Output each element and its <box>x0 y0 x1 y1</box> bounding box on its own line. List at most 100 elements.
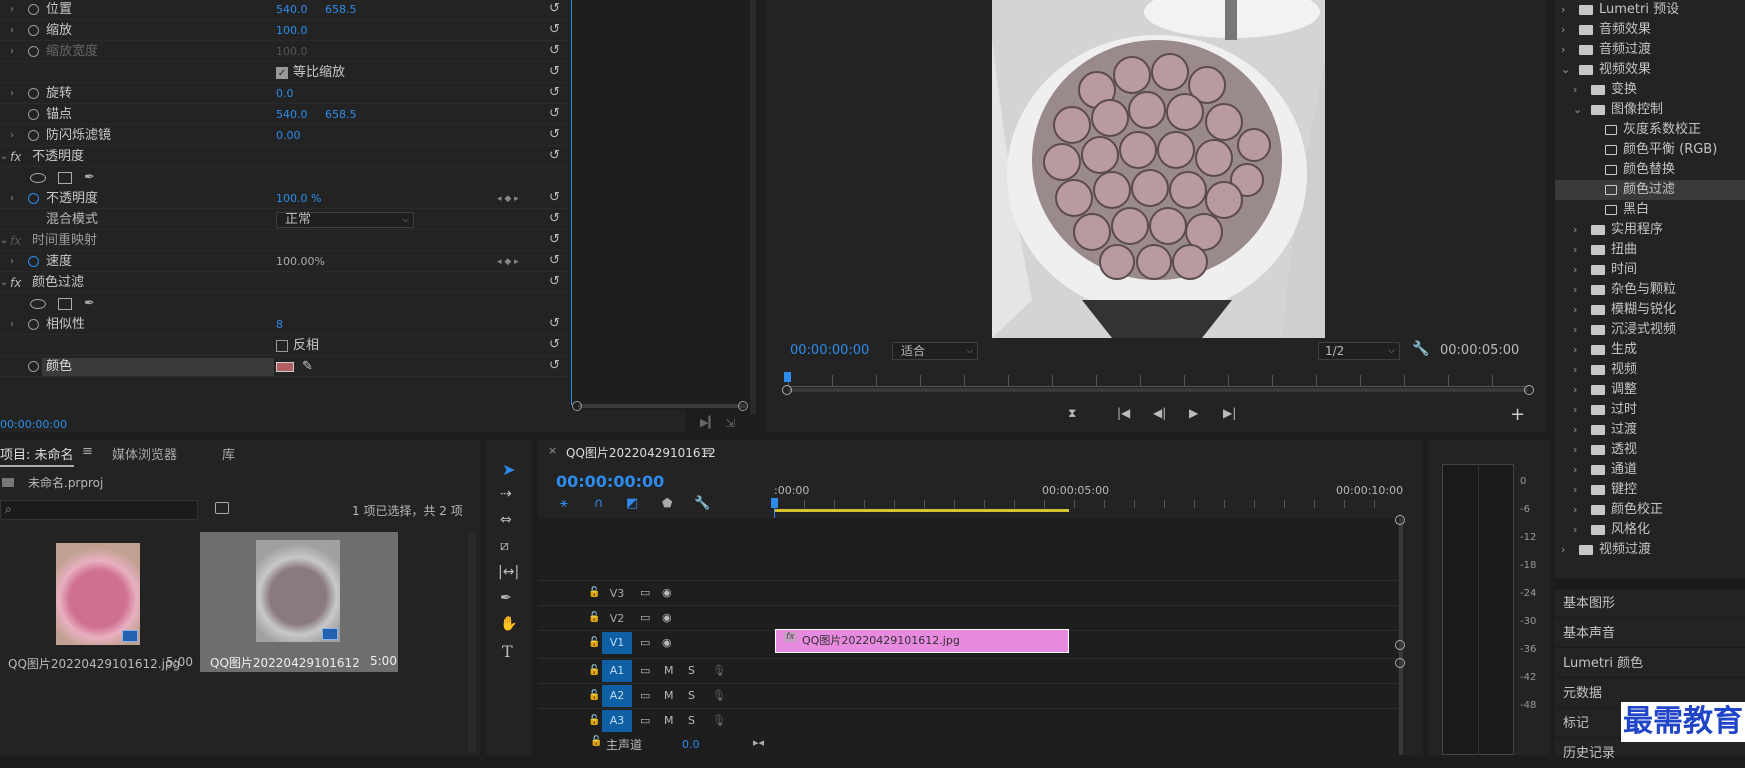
chevron-right-icon[interactable]: › <box>1561 0 1565 20</box>
effects-tree-item[interactable]: 灰度系数校正 <box>1555 120 1745 140</box>
effects-tree-item[interactable]: › 透视 <box>1555 440 1745 460</box>
reset-icon[interactable]: ↺ <box>549 338 563 352</box>
keyframe-nav-icon[interactable]: ◂ ◆ ▸ <box>497 252 519 272</box>
sync-lock-icon[interactable]: ▭ <box>640 606 650 630</box>
eye-icon[interactable]: ◉ <box>662 606 672 630</box>
chevron-right-icon[interactable]: › <box>1573 420 1577 440</box>
playhead-handle[interactable] <box>771 498 778 508</box>
timeline-menu-icon[interactable]: ≡ <box>702 444 713 459</box>
chevron-right-icon[interactable]: › <box>10 252 14 272</box>
effects-tree-item[interactable]: 黑白 <box>1555 200 1745 220</box>
stopwatch-icon[interactable] <box>28 25 39 36</box>
property-value[interactable]: 540.0 <box>276 105 308 125</box>
effects-tree-item[interactable]: ⌄ 图像控制 <box>1555 100 1745 120</box>
chevron-right-icon[interactable]: › <box>1573 440 1577 460</box>
add-button-icon[interactable]: + <box>1510 404 1525 425</box>
monitor-ruler[interactable] <box>788 375 1528 387</box>
panel-tab[interactable]: 基本声音 <box>1555 620 1745 648</box>
reset-icon[interactable]: ↺ <box>549 107 563 121</box>
chevron-right-icon[interactable]: › <box>10 315 14 335</box>
tab-project[interactable]: 项目: 未命名 <box>0 444 74 467</box>
property-value[interactable]: 100.0 <box>276 21 308 41</box>
stopwatch-icon[interactable] <box>28 88 39 99</box>
chevron-right-icon[interactable]: › <box>1573 80 1577 100</box>
sync-lock-icon[interactable]: ▭ <box>640 581 650 605</box>
solo-button[interactable]: S <box>688 684 695 708</box>
reset-icon[interactable]: ↺ <box>549 254 563 268</box>
sync-lock-icon[interactable]: ▭ <box>640 709 650 733</box>
chevron-right-icon[interactable]: › <box>1573 300 1577 320</box>
effects-tree-item[interactable]: › 时间 <box>1555 260 1745 280</box>
lock-icon[interactable]: 🔓 <box>588 581 600 605</box>
effects-tree-item[interactable]: › 扭曲 <box>1555 240 1745 260</box>
rectangle-mask-icon[interactable] <box>58 172 72 184</box>
chevron-icon[interactable]: ⌄ <box>0 273 8 293</box>
track-target-button[interactable]: A3 <box>602 710 632 732</box>
effects-tree-item[interactable]: › 视频过渡 <box>1555 540 1745 560</box>
chevron-right-icon[interactable]: › <box>1573 500 1577 520</box>
scroll-handle-top[interactable] <box>1395 515 1405 525</box>
chevron-down-icon[interactable]: ⌄ <box>1561 60 1570 80</box>
work-area-bar[interactable] <box>774 509 1069 512</box>
fit-dropdown[interactable]: 适合 ⌵ <box>892 342 978 360</box>
close-tab-icon[interactable]: × <box>548 444 557 457</box>
export-icon[interactable]: ⇲ <box>725 416 735 430</box>
chevron-right-icon[interactable]: › <box>1573 400 1577 420</box>
chevron-right-icon[interactable]: › <box>10 84 14 104</box>
property-value[interactable]: 100.0 % <box>276 189 321 209</box>
effects-tree-item[interactable]: › 键控 <box>1555 480 1745 500</box>
effects-tree-item[interactable]: › 风格化 <box>1555 520 1745 540</box>
panel-tab[interactable]: Lumetri 颜色 <box>1555 650 1745 678</box>
microphone-icon[interactable]: 🎙 <box>712 684 726 708</box>
stopwatch-icon[interactable] <box>28 4 39 15</box>
pen-mask-icon[interactable]: ✒ <box>84 168 95 188</box>
chevron-right-icon[interactable]: › <box>1573 220 1577 240</box>
reset-icon[interactable]: ↺ <box>549 149 563 163</box>
chevron-down-icon[interactable]: ⌄ <box>1573 100 1582 120</box>
ripple-edit-tool-icon[interactable]: ⇔ <box>500 512 512 528</box>
reset-icon[interactable]: ↺ <box>549 275 563 289</box>
master-end-icon[interactable]: ▸◂ <box>753 736 764 749</box>
project-menu-icon[interactable]: ≡ <box>82 444 93 459</box>
chevron-right-icon[interactable]: › <box>1573 240 1577 260</box>
lock-icon[interactable]: 🔓 <box>588 709 600 733</box>
effects-tree-item[interactable]: › 过渡 <box>1555 420 1745 440</box>
sync-lock-icon[interactable]: ▭ <box>640 631 650 655</box>
chevron-right-icon[interactable]: › <box>1573 380 1577 400</box>
stopwatch-icon[interactable] <box>28 256 39 267</box>
razor-tool-icon[interactable]: ⧄ <box>500 538 509 554</box>
track-target-button[interactable]: A2 <box>602 685 632 707</box>
property-value-2[interactable]: 658.5 <box>325 105 357 125</box>
monitor-timecode[interactable]: 00:00:00:00 <box>790 343 869 358</box>
effects-tree-item[interactable]: 颜色替换 <box>1555 160 1745 180</box>
effects-tree-item[interactable]: › 调整 <box>1555 380 1745 400</box>
effects-tree-item[interactable]: › 沉浸式视频 <box>1555 320 1745 340</box>
reset-icon[interactable]: ↺ <box>549 128 563 142</box>
chevron-right-icon[interactable]: › <box>10 126 14 146</box>
effects-tree-item[interactable]: › 通道 <box>1555 460 1745 480</box>
timeline-ruler[interactable] <box>774 500 1394 508</box>
chevron-right-icon[interactable]: › <box>1573 260 1577 280</box>
microphone-icon[interactable]: 🎙 <box>712 709 726 733</box>
effects-tree-item[interactable]: 颜色平衡 (RGB) <box>1555 140 1745 160</box>
sync-lock-icon[interactable]: ▭ <box>640 659 650 683</box>
property-value[interactable]: 0.00 <box>276 126 301 146</box>
ellipse-mask-icon[interactable] <box>30 299 46 309</box>
effects-tree-item[interactable]: › 音频过渡 <box>1555 40 1745 60</box>
fx-badge[interactable]: fx <box>10 231 21 251</box>
chevron-icon[interactable]: ⌄ <box>0 231 8 251</box>
chevron-right-icon[interactable]: › <box>1561 540 1565 560</box>
stopwatch-icon[interactable] <box>28 361 39 372</box>
lock-icon[interactable]: 🔓 <box>588 659 600 683</box>
track-target-button[interactable]: A1 <box>602 660 632 682</box>
solo-button[interactable]: S <box>688 659 695 683</box>
microphone-icon[interactable]: 🎙 <box>712 659 726 683</box>
timeline-timecode[interactable]: 00:00:00:00 <box>556 472 664 491</box>
chevron-right-icon[interactable]: › <box>1573 480 1577 500</box>
effects-tree-item[interactable]: › 变换 <box>1555 80 1745 100</box>
scrollbar[interactable] <box>750 0 756 415</box>
panel-tab[interactable]: 历史记录 <box>1555 740 1745 768</box>
resolution-dropdown[interactable]: 1/2 ⌵ <box>1318 342 1400 360</box>
zoom-handle-right[interactable] <box>1524 385 1534 395</box>
chevron-right-icon[interactable]: › <box>10 189 14 209</box>
